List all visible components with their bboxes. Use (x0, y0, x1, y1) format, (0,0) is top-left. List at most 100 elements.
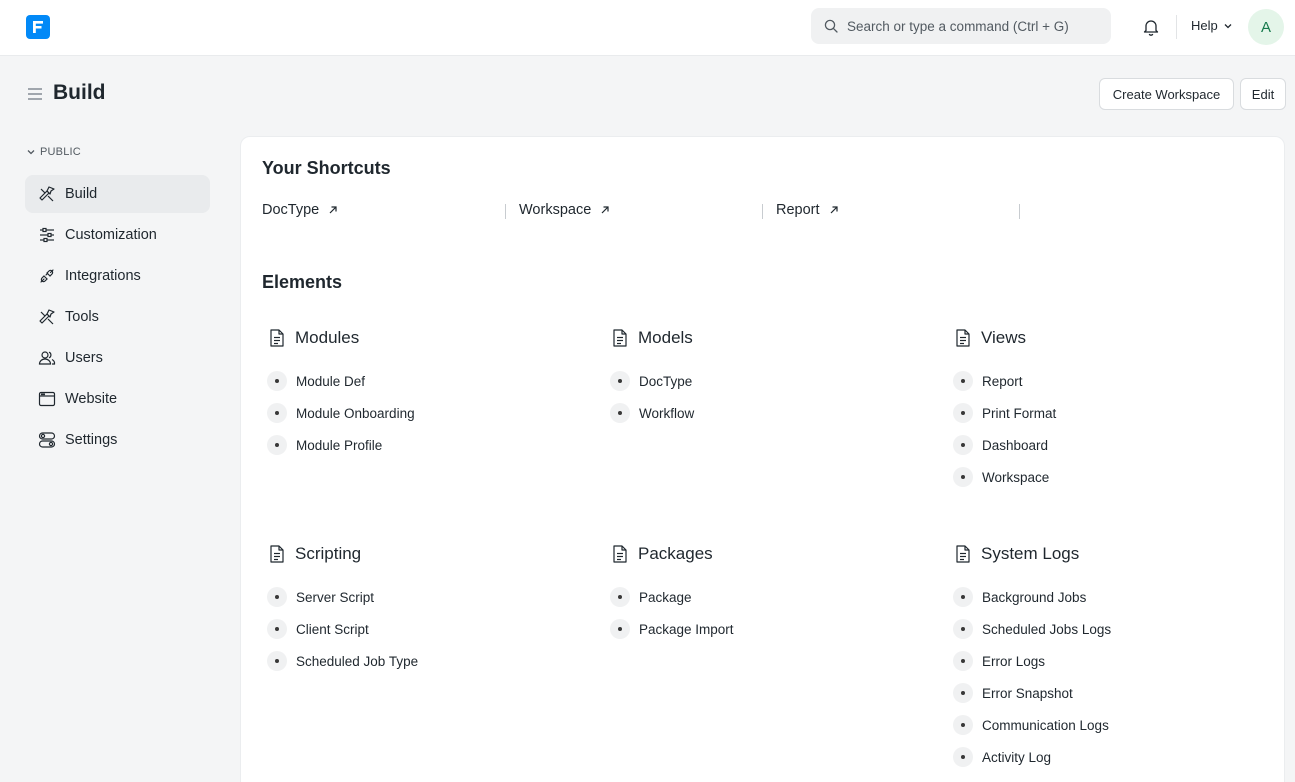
link-item[interactable]: Dashboard (953, 435, 1048, 455)
link-label: Module Profile (296, 437, 383, 453)
link-label: Package Import (639, 621, 734, 637)
group-models[interactable]: Models (610, 328, 693, 348)
link-label: DocType (639, 373, 693, 389)
link-item[interactable]: Module Def (267, 371, 365, 391)
link-item[interactable]: DocType (610, 371, 692, 391)
bullet-icon (267, 435, 287, 455)
bullet-icon (610, 619, 630, 639)
link-label: Workspace (982, 469, 1050, 485)
document-icon (267, 544, 287, 564)
link-item[interactable]: Client Script (267, 619, 369, 639)
bullet-icon (267, 651, 287, 671)
app-logo[interactable] (26, 15, 50, 39)
sidebar-item-users[interactable]: Users (25, 339, 210, 377)
bullet-icon (610, 371, 630, 391)
group-title: Models (638, 328, 693, 347)
shortcut-workspace[interactable]: Workspace (519, 202, 611, 218)
bullet-icon (267, 403, 287, 423)
group-title: Packages (638, 544, 713, 563)
sidebar-item-label: Users (65, 350, 103, 366)
document-icon (267, 328, 287, 348)
link-item[interactable]: Module Profile (267, 435, 382, 455)
sidebar-item-customization[interactable]: Customization (25, 216, 210, 254)
shortcut-divider (505, 204, 506, 219)
arrow-up-right-icon (329, 206, 337, 214)
link-item[interactable]: Error Snapshot (953, 683, 1073, 703)
sidebar-item-website[interactable]: Website (25, 380, 210, 418)
group-modules[interactable]: Modules (267, 328, 359, 348)
help-dropdown[interactable]: Help (1191, 18, 1233, 33)
group-scripting[interactable]: Scripting (267, 544, 361, 564)
sidebar-item-tools[interactable]: Tools (25, 298, 210, 336)
sidebar-item-label: Tools (65, 309, 99, 325)
chevron-down-icon (1224, 23, 1232, 28)
shortcut-label: DocType (262, 202, 320, 218)
sidebar-toggle-icon[interactable] (26, 85, 44, 103)
link-label: Error Logs (982, 653, 1046, 669)
group-packages[interactable]: Packages (610, 544, 713, 564)
users-icon (38, 349, 56, 367)
group-views[interactable]: Views (953, 328, 1026, 348)
search-placeholder: Search or type a command (Ctrl + G) (847, 18, 1069, 34)
link-item[interactable]: Error Logs (953, 651, 1045, 671)
link-label: Report (982, 373, 1023, 389)
sidebar-item-settings[interactable]: Settings (25, 421, 210, 459)
avatar[interactable]: A (1248, 9, 1284, 45)
arrow-up-right-icon (601, 206, 609, 214)
link-item[interactable]: Server Script (267, 587, 374, 607)
link-label: Module Onboarding (296, 405, 415, 421)
group-title: Views (981, 328, 1027, 347)
link-label: Server Script (296, 589, 375, 605)
bullet-icon (267, 371, 287, 391)
search-bar[interactable]: Search or type a command (Ctrl + G) (811, 8, 1111, 44)
sidebar-item-integrations[interactable]: Integrations (25, 257, 210, 295)
shortcuts-heading: Your Shortcuts (262, 158, 391, 178)
avatar-initial: A (1260, 18, 1271, 36)
shortcut-divider (1019, 204, 1020, 219)
navbar-divider (1176, 15, 1177, 39)
sidebar-section-label: PUBLIC (40, 146, 81, 158)
document-icon (610, 544, 630, 564)
link-item[interactable]: Activity Log (953, 747, 1051, 767)
link-label: Module Def (296, 373, 366, 389)
bullet-icon (953, 403, 973, 423)
shortcut-doctype[interactable]: DocType (262, 202, 339, 218)
link-item[interactable]: Communication Logs (953, 715, 1109, 735)
bullet-icon (953, 651, 973, 671)
build-icon (38, 185, 56, 203)
group-title: Modules (295, 328, 360, 347)
create-workspace-button[interactable]: Create Workspace (1099, 78, 1234, 110)
link-label: Workflow (639, 405, 695, 421)
workspace-card (240, 136, 1285, 782)
link-item[interactable]: Workflow (610, 403, 694, 423)
shortcut-label: Workspace (519, 202, 592, 218)
link-item[interactable]: Background Jobs (953, 587, 1086, 607)
shortcut-report[interactable]: Report (776, 202, 840, 218)
link-item[interactable]: Workspace (953, 467, 1049, 487)
link-label: Dashboard (982, 437, 1049, 453)
edit-button[interactable]: Edit (1240, 78, 1286, 110)
link-item[interactable]: Scheduled Job Type (267, 651, 418, 671)
chevron-down-icon (27, 150, 35, 155)
group-title: System Logs (981, 544, 1080, 563)
link-item[interactable]: Print Format (953, 403, 1056, 423)
arrow-up-right-icon (830, 206, 838, 214)
group-system-logs[interactable]: System Logs (953, 544, 1079, 564)
link-label: Print Format (982, 405, 1057, 421)
sliders-icon (38, 226, 56, 244)
link-item[interactable]: Package Import (610, 619, 734, 639)
link-item[interactable]: Report (953, 371, 1023, 391)
link-label: Client Script (296, 621, 369, 637)
sidebar-section-public[interactable]: PUBLIC (26, 146, 81, 158)
settings-toggle-icon (38, 431, 56, 449)
elements-heading: Elements (262, 272, 343, 292)
sidebar-item-build[interactable]: Build (25, 175, 210, 213)
shortcut-label: Report (776, 202, 820, 218)
notification-bell-icon[interactable] (1141, 17, 1161, 37)
sidebar-item-label: Build (65, 186, 98, 202)
link-item[interactable]: Scheduled Jobs Logs (953, 619, 1111, 639)
sidebar-item-label: Customization (65, 227, 157, 243)
document-icon (953, 544, 973, 564)
link-item[interactable]: Package (610, 587, 692, 607)
link-item[interactable]: Module Onboarding (267, 403, 415, 423)
